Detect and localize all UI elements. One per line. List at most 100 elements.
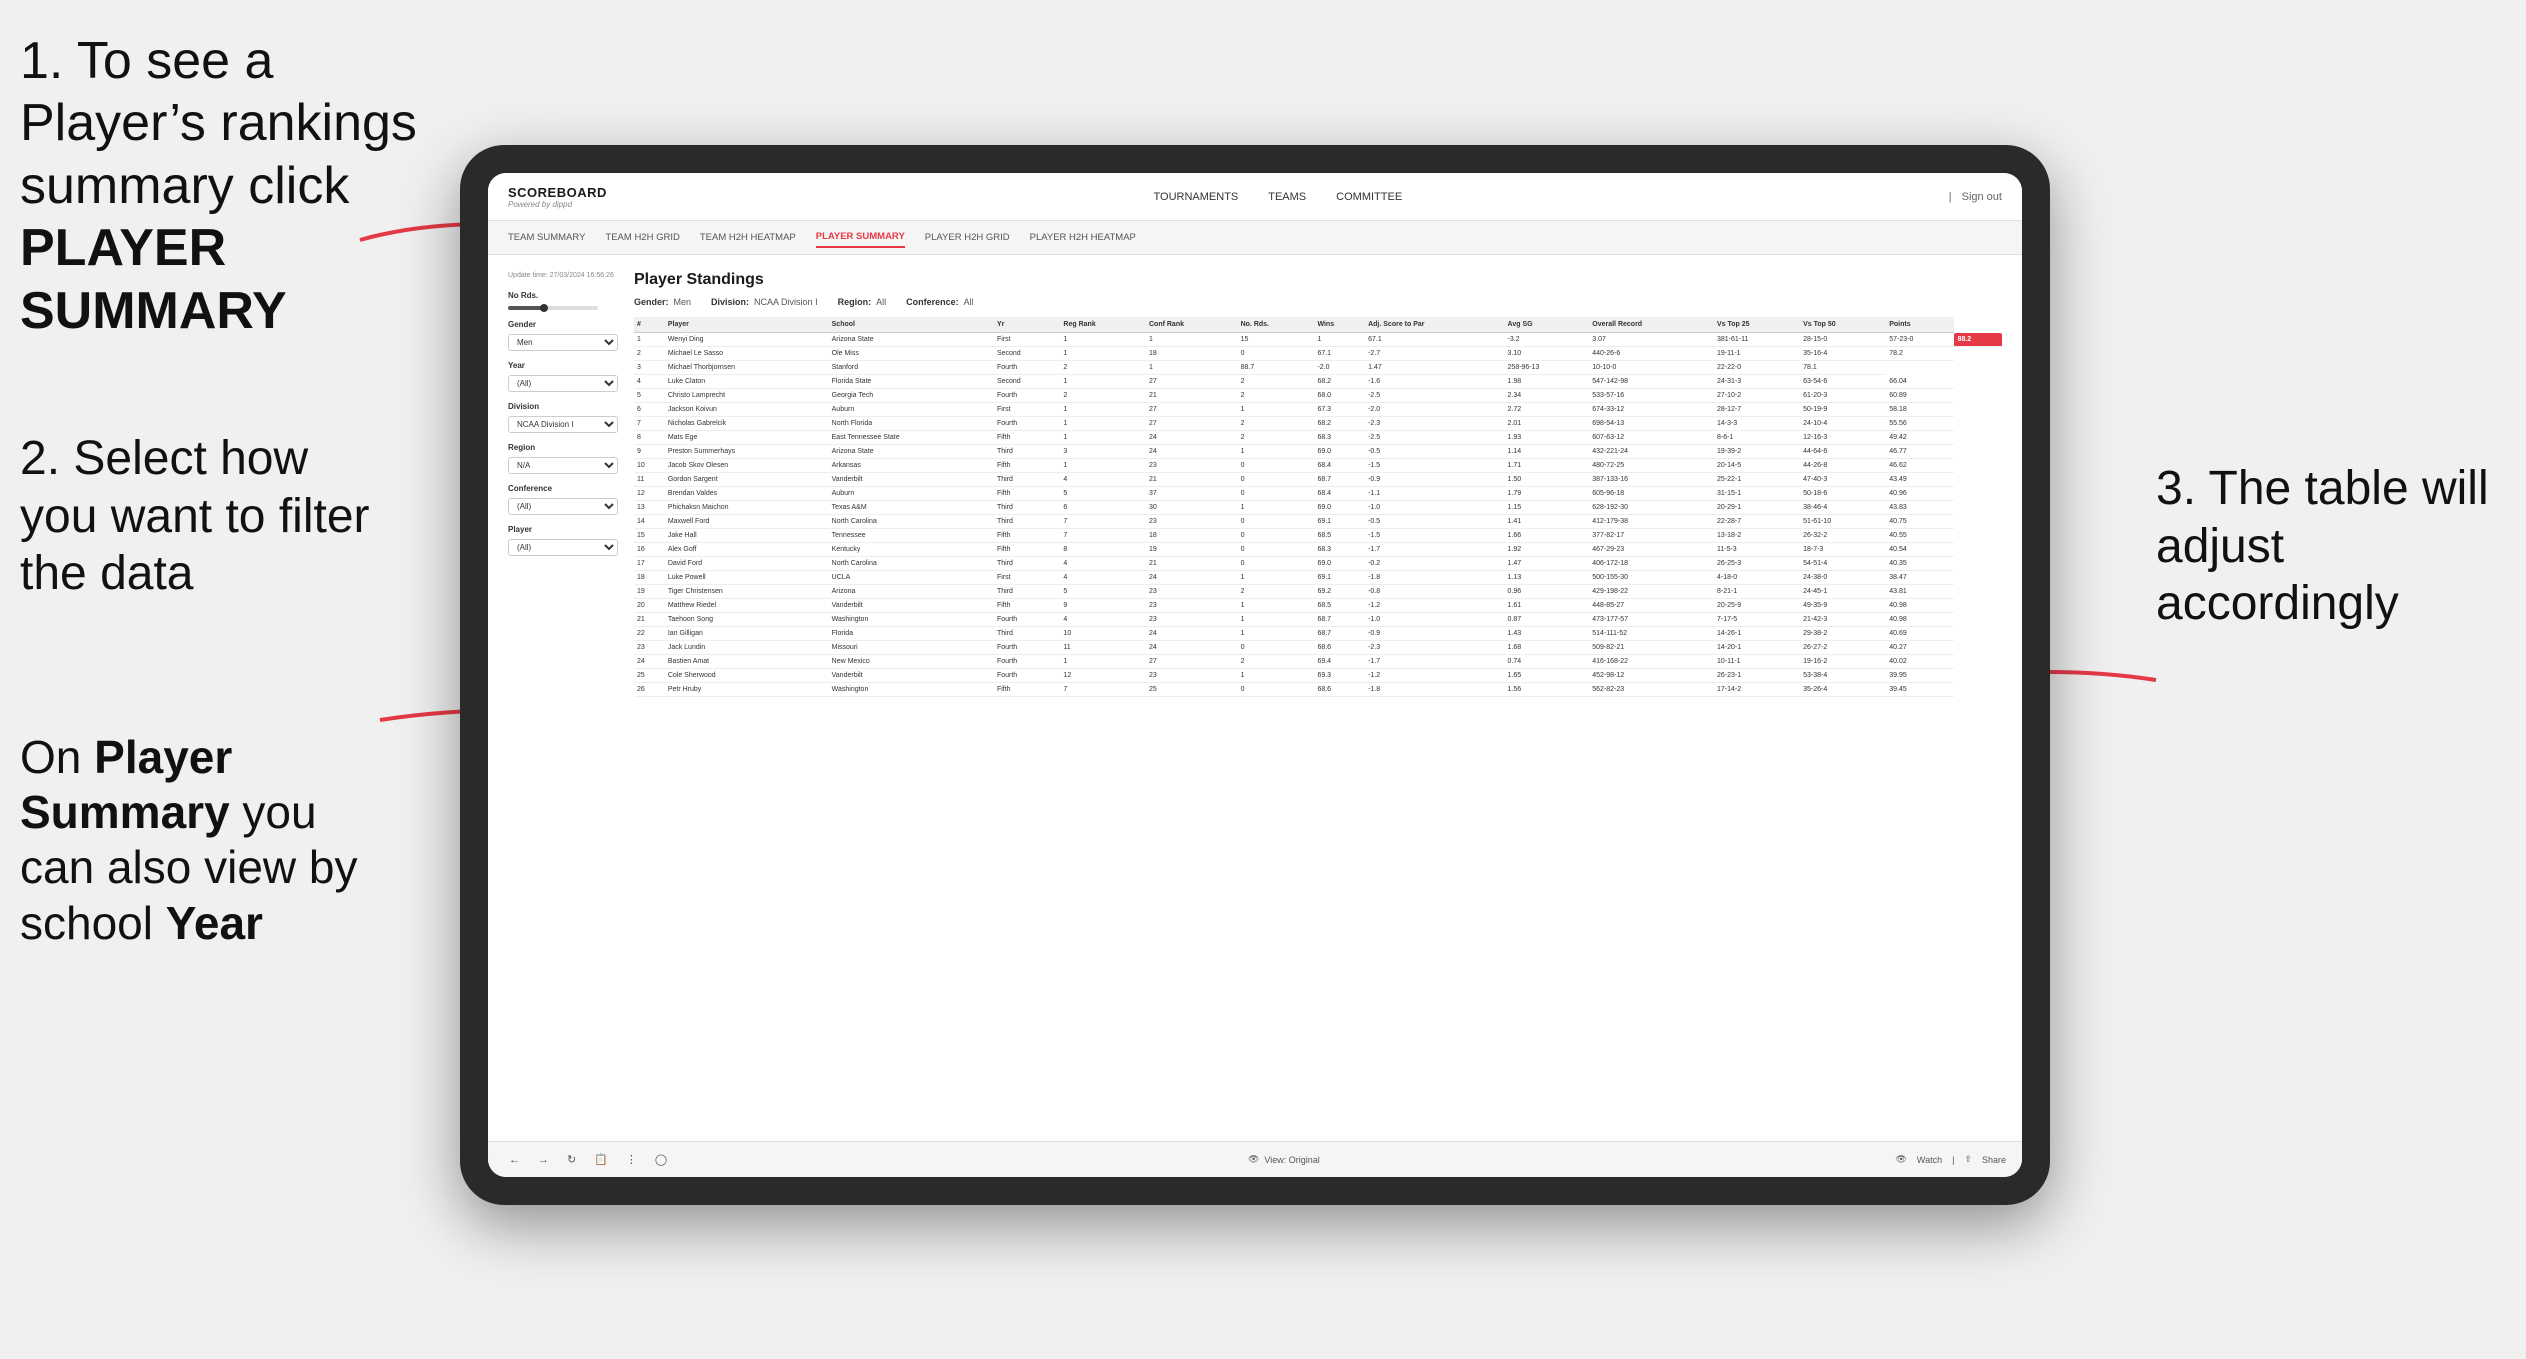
- table-row[interactable]: 26Petr HrubyWashingtonFifth725068.6-1.81…: [634, 683, 2002, 697]
- nav-committee[interactable]: COMMITTEE: [1336, 187, 1402, 207]
- table-cell-9-1: Jacob Skov Olesen: [665, 459, 829, 473]
- table-cell-4-0: 5: [634, 389, 665, 403]
- table-cell-17-1: Luke Powell: [665, 571, 829, 585]
- table-cell-8-4: 3: [1060, 445, 1146, 459]
- table-cell-24-13: 39.95: [1886, 669, 1953, 683]
- table-cell-11-1: Brendan Valdes: [665, 487, 829, 501]
- table-row[interactable]: 18Luke PowellUCLAFirst424169.1-1.81.1350…: [634, 571, 2002, 585]
- table-cell-0-6: 15: [1238, 333, 1315, 347]
- table-cell-23-0: 24: [634, 655, 665, 669]
- table-row[interactable]: 2Michael Le SassoOle MissSecond118067.1-…: [634, 347, 2002, 361]
- subnav-player-h2h-heatmap[interactable]: PLAYER H2H HEATMAP: [1030, 228, 1136, 247]
- table-row[interactable]: 21Taehoon SongWashingtonFourth423168.7-1…: [634, 613, 2002, 627]
- table-cell-21-4: 10: [1060, 627, 1146, 641]
- table-row[interactable]: 15Jake HallTennesseeFifth718068.5-1.51.6…: [634, 529, 2002, 543]
- table-cell-15-12: 18-7-3: [1800, 543, 1886, 557]
- table-cell-1-3: Second: [994, 347, 1060, 361]
- filter-gender-select[interactable]: Men: [508, 334, 618, 351]
- table-row[interactable]: 4Luke ClatonFlorida StateSecond127268.2-…: [634, 375, 2002, 389]
- table-row[interactable]: 14Maxwell FordNorth CarolinaThird723069.…: [634, 515, 2002, 529]
- filter-player-select[interactable]: (All): [508, 539, 618, 556]
- table-cell-16-12: 54-51-4: [1800, 557, 1886, 571]
- view-label[interactable]: View: Original: [1264, 1155, 1319, 1165]
- filter-region-select[interactable]: N/A: [508, 457, 618, 474]
- table-cell-2-12: 78.1: [1800, 361, 1886, 375]
- table-header-row: # Player School Yr Reg Rank Conf Rank No…: [634, 317, 2002, 333]
- table-row[interactable]: 20Matthew RiedelVanderbiltFifth923168.5-…: [634, 599, 2002, 613]
- table-cell-8-5: 24: [1146, 445, 1238, 459]
- table-row[interactable]: 6Jackson KoivunAuburnFirst127167.3-2.02.…: [634, 403, 2002, 417]
- toolbar-back-btn[interactable]: ←: [504, 1151, 525, 1169]
- table-cell-14-2: Tennessee: [829, 529, 994, 543]
- table-cell-23-13: 40.02: [1886, 655, 1953, 669]
- table-row[interactable]: 10Jacob Skov OlesenArkansasFifth123068.4…: [634, 459, 2002, 473]
- table-cell-22-11: 14-20-1: [1714, 641, 1800, 655]
- slider-thumb[interactable]: [540, 304, 548, 312]
- subnav-player-h2h-grid[interactable]: PLAYER H2H GRID: [925, 228, 1010, 247]
- share-label[interactable]: Share: [1982, 1155, 2006, 1165]
- table-row[interactable]: 19Tiger ChristensenArizonaThird523269.2-…: [634, 585, 2002, 599]
- table-row[interactable]: 16Alex GoffKentuckyFifth819068.3-1.71.92…: [634, 543, 2002, 557]
- watch-label[interactable]: Watch: [1917, 1155, 1942, 1165]
- table-cell-14-7: 68.5: [1314, 529, 1365, 543]
- subnav-player-summary[interactable]: PLAYER SUMMARY: [816, 227, 905, 248]
- toolbar-reload-btn[interactable]: ↻: [562, 1150, 581, 1169]
- table-row[interactable]: 13Phichaksn MaichonTexas A&MThird630169.…: [634, 501, 2002, 515]
- filter-division-select[interactable]: NCAA Division I: [508, 416, 618, 433]
- table-cell-24-12: 53-38-4: [1800, 669, 1886, 683]
- table-cell-0-10: 3.07: [1589, 333, 1714, 347]
- table-row[interactable]: 7Nicholas GabrelcikNorth FloridaFourth12…: [634, 417, 2002, 431]
- table-row[interactable]: 5Christo LamprechtGeorgia TechFourth2212…: [634, 389, 2002, 403]
- table-cell-5-9: 2.72: [1505, 403, 1590, 417]
- table-row[interactable]: 9Preston SummerhaysArizona StateThird324…: [634, 445, 2002, 459]
- table-row[interactable]: 8Mats EgeEast Tennessee StateFifth124268…: [634, 431, 2002, 445]
- table-cell-17-6: 1: [1238, 571, 1315, 585]
- col-yr: Yr: [994, 317, 1060, 333]
- col-player: Player: [665, 317, 829, 333]
- toolbar-copy-btn[interactable]: 📋: [589, 1150, 613, 1169]
- table-cell-19-6: 1: [1238, 599, 1315, 613]
- table-cell-7-6: 2: [1238, 431, 1315, 445]
- table-row[interactable]: 22Ian GilliganFloridaThird1024168.7-0.91…: [634, 627, 2002, 641]
- table-row[interactable]: 12Brendan ValdesAuburnFifth537068.4-1.11…: [634, 487, 2002, 501]
- table-cell-25-8: -1.8: [1365, 683, 1504, 697]
- sign-out-link[interactable]: Sign out: [1962, 191, 2002, 203]
- table-cell-23-12: 19-16-2: [1800, 655, 1886, 669]
- subnav-team-h2h-grid[interactable]: TEAM H2H GRID: [605, 228, 679, 247]
- table-row[interactable]: 1Wenyi DingArizona StateFirst1115167.1-3…: [634, 333, 2002, 347]
- toolbar-paste-btn[interactable]: ⋮: [621, 1150, 642, 1169]
- table-row[interactable]: 25Cole SherwoodVanderbiltFourth1223169.3…: [634, 669, 2002, 683]
- table-cell-13-5: 23: [1146, 515, 1238, 529]
- table-cell-1-8: -2.7: [1365, 347, 1504, 361]
- table-cell-24-9: 1.65: [1505, 669, 1590, 683]
- toolbar-clock-btn[interactable]: ◯: [650, 1150, 672, 1169]
- table-cell-3-10: 547-142-98: [1589, 375, 1714, 389]
- table-row[interactable]: 17David FordNorth CarolinaThird421069.0-…: [634, 557, 2002, 571]
- subnav-team-summary[interactable]: TEAM SUMMARY: [508, 228, 585, 247]
- table-cell-12-13: 43.83: [1886, 501, 1953, 515]
- nav-tournaments[interactable]: TOURNAMENTS: [1154, 187, 1239, 207]
- col-points: Points: [1886, 317, 1953, 333]
- table-cell-12-3: Third: [994, 501, 1060, 515]
- table-area: Player Standings Gender: Men Division: N…: [634, 271, 2002, 697]
- table-cell-24-1: Cole Sherwood: [665, 669, 829, 683]
- table-row[interactable]: 24Bastien AmatNew MexicoFourth127269.4-1…: [634, 655, 2002, 669]
- filter-year-select[interactable]: (All): [508, 375, 618, 392]
- table-cell-16-8: -0.2: [1365, 557, 1504, 571]
- table-cell-5-13: 58.18: [1886, 403, 1953, 417]
- table-cell-17-3: First: [994, 571, 1060, 585]
- table-row[interactable]: 3Michael ThorbjornsenStanfordFourth2188.…: [634, 361, 2002, 375]
- table-cell-8-1: Preston Summerhays: [665, 445, 829, 459]
- table-row[interactable]: 23Jack LundinMissouriFourth1124068.6-2.3…: [634, 641, 2002, 655]
- table-cell-0-11: 381-61-11: [1714, 333, 1800, 347]
- filter-conference-select[interactable]: (All): [508, 498, 618, 515]
- table-cell-16-1: David Ford: [665, 557, 829, 571]
- nav-teams[interactable]: TEAMS: [1268, 187, 1306, 207]
- table-row[interactable]: 11Gordon SargentVanderbiltThird421068.7-…: [634, 473, 2002, 487]
- toolbar-forward-btn[interactable]: →: [533, 1151, 554, 1169]
- table-cell-17-4: 4: [1060, 571, 1146, 585]
- table-cell-14-12: 26-32-2: [1800, 529, 1886, 543]
- subnav-team-h2h-heatmap[interactable]: TEAM H2H HEATMAP: [700, 228, 796, 247]
- table-cell-19-3: Fifth: [994, 599, 1060, 613]
- table-cell-16-11: 26-25-3: [1714, 557, 1800, 571]
